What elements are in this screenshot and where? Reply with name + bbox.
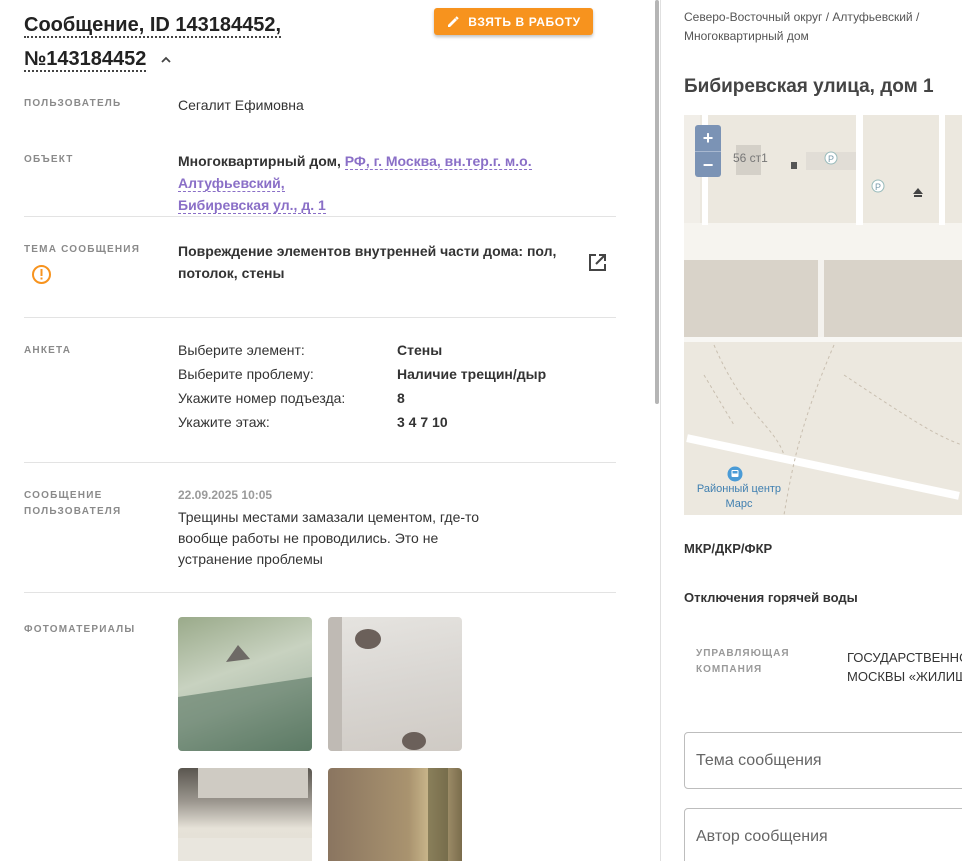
- object-address-link-line2[interactable]: Бибиревская ул., д. 1: [178, 197, 326, 214]
- form-answer: 8: [397, 390, 405, 406]
- parking-icon: P: [824, 151, 838, 165]
- message-panel: Сообщение, ID 143184452, №143184452 ВЗЯТ…: [0, 0, 660, 861]
- message-line2: вообще работы не проводились. Это не: [178, 530, 439, 546]
- form-question: Укажите номер подъезда:: [178, 390, 346, 406]
- form-row: Выберите элемент: Стены: [178, 338, 546, 362]
- object-panel: Северо-Восточный округ / Алтуфьевский / …: [661, 0, 962, 861]
- message-label: СООБЩЕНИЕ ПОЛЬЗОВАТЕЛЯ: [24, 488, 121, 520]
- object-label: ОБЪЕКТ: [24, 154, 74, 165]
- message-label-line2: ПОЛЬЗОВАТЕЛЯ: [24, 506, 122, 517]
- zoom-in-button[interactable]: +: [695, 125, 721, 151]
- message-line3: устранение проблемы: [178, 551, 323, 567]
- bus-stop-icon: [727, 466, 743, 482]
- message-label-line1: СООБЩЕНИЕ: [24, 490, 103, 501]
- topic-line2: потолок, стены: [178, 265, 285, 281]
- warning-icon: [32, 265, 51, 284]
- svg-text:P: P: [875, 182, 881, 192]
- parking-icon: P: [871, 179, 885, 193]
- map-poi-icon: [913, 188, 923, 197]
- section-mkr[interactable]: МКР/ДКР/ФКР: [684, 541, 772, 556]
- divider: [24, 462, 616, 463]
- divider: [24, 216, 616, 217]
- message-text: Трещины местами замазали цементом, где-т…: [178, 507, 498, 570]
- poi-line1: Районный центр: [696, 483, 782, 495]
- form-question: Выберите элемент:: [178, 342, 305, 358]
- form-row: Выберите проблему: Наличие трещин/дыр: [178, 362, 546, 386]
- topic-label: ТЕМА СООБЩЕНИЯ: [24, 244, 141, 255]
- mc-label-line1: УПРАВЛЯЮЩАЯ: [696, 648, 790, 659]
- author-field: [684, 808, 962, 861]
- mc-value-line1: ГОСУДАРСТВЕННОЕ: [847, 650, 962, 665]
- topic-input[interactable]: [685, 733, 962, 788]
- topic-value: Повреждение элементов внутренней части д…: [178, 240, 568, 284]
- management-company-label: УПРАВЛЯЮЩАЯ КОМПАНИЯ: [696, 646, 790, 678]
- form-question: Выберите проблему:: [178, 366, 314, 382]
- breadcrumb-line2[interactable]: Многоквартирный дом: [684, 29, 809, 43]
- photos-label: ФОТОМАТЕРИАЛЫ: [24, 624, 136, 635]
- zoom-out-button[interactable]: −: [695, 152, 721, 178]
- svg-text:P: P: [828, 154, 834, 164]
- form-answer: Наличие трещин/дыр: [397, 366, 547, 382]
- user-label: ПОЛЬЗОВАТЕЛЬ: [24, 98, 122, 109]
- map-poi-label: Районный центр Марс: [689, 482, 789, 512]
- object-value: Многоквартирный дом, РФ, г. Москва, вн.т…: [178, 150, 618, 216]
- title-line1: Сообщение, ID 143184452,: [24, 14, 282, 38]
- mc-value-line2: МОСКВЫ «ЖИЛИЩНИК: [847, 669, 962, 684]
- topic-field: [684, 732, 962, 789]
- object-address: Бибиревская улица, дом 1: [684, 76, 934, 97]
- take-to-work-label: ВЗЯТЬ В РАБОТУ: [468, 14, 581, 29]
- map-zoom-control: + −: [695, 125, 721, 177]
- message-line1: Трещины местами замазали цементом, где-т…: [178, 509, 480, 525]
- chevron-up-icon[interactable]: [160, 54, 172, 66]
- form-answers: Выберите элемент: Стены Выберите проблем…: [178, 338, 546, 434]
- form-row: Укажите этаж: 3 4 7 10: [178, 410, 546, 434]
- photo-thumbnail[interactable]: [178, 768, 312, 861]
- divider: [24, 592, 616, 593]
- form-row: Укажите номер подъезда: 8: [178, 386, 546, 410]
- page-title: Сообщение, ID 143184452, №143184452: [24, 8, 324, 76]
- management-company-value: ГОСУДАРСТВЕННОЕ МОСКВЫ «ЖИЛИЩНИК: [847, 648, 962, 686]
- pencil-icon: [448, 15, 459, 27]
- photo-thumbnail[interactable]: [178, 617, 312, 751]
- topic-line1: Повреждение элементов внутренней части д…: [178, 243, 557, 259]
- breadcrumb-line1[interactable]: Северо-Восточный округ / Алтуфьевский /: [684, 10, 919, 24]
- poi-line2: Марс: [725, 498, 753, 510]
- mc-label-line2: КОМПАНИЯ: [696, 664, 763, 675]
- form-question: Укажите этаж:: [178, 414, 270, 430]
- form-answer: 3 4 7 10: [397, 414, 448, 430]
- object-type: Многоквартирный дом,: [178, 153, 341, 169]
- map-building-label: 56 ст1: [733, 151, 768, 165]
- map[interactable]: + − 56 ст1 P P Районный центр Марс: [684, 115, 962, 515]
- external-link-icon[interactable]: [587, 252, 608, 273]
- title-line2: №143184452: [24, 48, 147, 72]
- message-date: 22.09.2025 10:05: [178, 488, 273, 502]
- form-answer: Стены: [397, 342, 443, 358]
- divider: [24, 317, 616, 318]
- take-to-work-button[interactable]: ВЗЯТЬ В РАБОТУ: [434, 8, 593, 35]
- form-label: АНКЕТА: [24, 345, 72, 356]
- user-value: Сегалит Ефимовна: [178, 97, 304, 113]
- map-poi-icon: [791, 162, 797, 169]
- breadcrumb: Северо-Восточный округ / Алтуфьевский / …: [684, 8, 954, 46]
- author-input[interactable]: [685, 809, 962, 861]
- section-hot-water[interactable]: Отключения горячей воды: [684, 590, 858, 605]
- photo-thumbnail[interactable]: [328, 768, 462, 861]
- photo-thumbnail[interactable]: [328, 617, 462, 751]
- scrollbar[interactable]: [655, 0, 659, 404]
